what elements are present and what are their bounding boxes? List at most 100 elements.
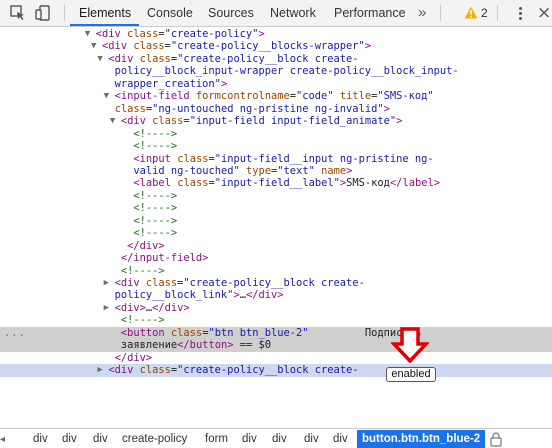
collapse-triangle-icon[interactable]: ▼	[91, 40, 96, 52]
markup-token: type	[246, 164, 272, 177]
markup-token: "create-policy__block create-	[177, 364, 359, 377]
breadcrumb-item[interactable]: div	[333, 430, 348, 448]
breadcrumb-item[interactable]: div	[242, 430, 257, 448]
more-options-icon[interactable]	[519, 7, 523, 21]
markup-token: name	[321, 164, 347, 177]
dom-node-line[interactable]: ▼ <div class="create-policy__block create…	[0, 53, 552, 65]
more-tabs-button[interactable]: »	[418, 0, 426, 27]
dom-node-line[interactable]: <!---->	[0, 265, 552, 277]
markup-token: <input	[133, 152, 178, 165]
markup-token: </div>	[114, 351, 153, 364]
tab-sources[interactable]: Sources	[208, 0, 254, 27]
collapse-triangle-icon[interactable]: ▼	[97, 53, 102, 65]
dom-node-line[interactable]: <!---->	[0, 140, 552, 152]
markup-token: <div>	[114, 301, 146, 314]
markup-token: >	[364, 40, 372, 53]
device-toolbar-icon[interactable]	[34, 4, 52, 22]
lock-icon	[490, 432, 502, 447]
dom-node-line[interactable]: </input-field>	[0, 252, 552, 264]
expand-triangle-icon[interactable]: ▶	[97, 364, 102, 376]
markup-token: class	[127, 28, 159, 40]
dom-node-line[interactable]: ▶ <div>…</div>	[0, 302, 552, 314]
dom-node-line[interactable]: <!---->	[0, 215, 552, 227]
tab-console[interactable]: Console	[147, 0, 193, 27]
node-markup: <div class="create-policy__blocks-wrappe…	[102, 40, 371, 52]
breadcrumb-item[interactable]: div	[272, 430, 287, 448]
breadcrumb-item[interactable]: div	[33, 430, 48, 448]
markup-token: class	[133, 40, 165, 53]
dom-node-line[interactable]: ▼ <div class="create-policy">	[0, 28, 552, 40]
tab-performance[interactable]: Performance	[334, 0, 406, 27]
expand-triangle-icon[interactable]: ▶	[104, 302, 109, 314]
dom-node-line[interactable]: policy__block_input-wrapper create-polic…	[0, 65, 552, 77]
dom-node-line[interactable]: ▶ <div class="create-policy__block create…	[0, 364, 552, 377]
selected-node-line[interactable]: <button class="btn btn_blue-2" Подписать…	[0, 326, 552, 340]
warning-count[interactable]: 2	[481, 0, 488, 27]
markup-token: "ng-untouched ng-pristine ng-invalid"	[152, 102, 384, 115]
breadcrumb-scroll-left-icon[interactable]: ◂	[0, 434, 5, 445]
markup-token: policy__block_input-wrapper create-polic…	[114, 65, 459, 78]
dom-node-line[interactable]: <!---->	[0, 190, 552, 202]
markup-token: <div	[108, 364, 140, 377]
collapse-triangle-icon[interactable]: ▼	[104, 90, 109, 102]
inspect-element-icon[interactable]	[9, 4, 27, 22]
markup-token: <button	[120, 326, 171, 339]
dom-node-line[interactable]: <input class="input-field__input ng-pris…	[0, 153, 552, 165]
collapse-triangle-icon[interactable]: ▼	[110, 115, 115, 127]
markup-token: <!---->	[120, 264, 165, 277]
dom-node-line[interactable]: <label class="input-field__label">SMS-ко…	[0, 177, 552, 189]
markup-token: "create-policy"	[164, 28, 259, 40]
tab-network[interactable]: Network	[270, 0, 316, 27]
markup-token: <label	[133, 177, 178, 190]
dom-node-line[interactable]: ▼ <div class="input-field input-field_ani…	[0, 115, 552, 127]
markup-token: <div	[95, 28, 128, 40]
node-markup: заявление</button> == $0	[121, 339, 271, 351]
breadcrumb-item[interactable]: create-policy	[122, 430, 187, 448]
markup-token: <!---->	[133, 127, 178, 140]
markup-token: заявление	[120, 339, 178, 352]
node-actions-icon[interactable]: ...	[4, 327, 26, 339]
markup-token: "input-field__input ng-pristine ng-	[214, 152, 434, 165]
warning-icon[interactable]	[464, 6, 478, 19]
dom-node-line[interactable]: <!---->	[0, 128, 552, 140]
node-markup: <div class="create-policy">	[96, 28, 265, 40]
tab-elements[interactable]: Elements	[79, 0, 131, 27]
close-icon[interactable]: ×	[537, 1, 551, 25]
dom-node-line[interactable]: class="ng-untouched ng-pristine ng-inval…	[0, 103, 552, 115]
selected-node-line[interactable]: заявление</button> == $0	[0, 339, 552, 352]
dom-node-line[interactable]: <!---->	[0, 202, 552, 214]
collapse-triangle-icon[interactable]: ▼	[85, 28, 90, 40]
breadcrumb-item[interactable]: div	[93, 430, 108, 448]
elements-tree[interactable]: ▼ <div class="create-policy"> ▼ <div class=…	[0, 27, 552, 428]
markup-token: class	[177, 152, 209, 165]
breadcrumb-item[interactable]: div	[62, 430, 77, 448]
node-markup: <!---->	[133, 140, 177, 152]
dom-node-line[interactable]: <!---->	[0, 227, 552, 239]
markup-token: </div>	[127, 239, 165, 252]
dom-node-line[interactable]: wrapper_creation">	[0, 78, 552, 90]
toolbar-separator	[64, 5, 65, 21]
breadcrumb-item[interactable]: form	[205, 430, 228, 448]
enabled-badge: enabled	[386, 367, 436, 382]
markup-token: "input-field input-field_animate"	[189, 115, 397, 128]
dom-node-line[interactable]: valid ng-touched" type="text" name>	[0, 165, 552, 177]
dom-node-line[interactable]: <!---->	[0, 314, 552, 326]
dom-node-line[interactable]: </div>	[0, 352, 552, 364]
node-markup: </div>	[127, 240, 165, 252]
breadcrumb-item[interactable]: div	[304, 430, 319, 448]
markup-token: </button>	[177, 339, 234, 352]
markup-token	[315, 327, 365, 339]
dom-node-line[interactable]: ▼ <div class="create-policy__blocks-wrapp…	[0, 40, 552, 52]
node-markup: <!---->	[121, 314, 165, 326]
markup-token: "create-policy__block create-	[177, 52, 359, 65]
dom-node-line[interactable]: policy__block_link">…</div>	[0, 289, 552, 301]
markup-token: <div	[108, 52, 140, 65]
dom-node-line[interactable]: ▶ <div class="create-policy__block create…	[0, 277, 552, 289]
breadcrumb-item-selected[interactable]: button.btn.btn_blue-2	[357, 430, 486, 448]
markup-token: >	[258, 28, 265, 40]
expand-triangle-icon[interactable]: ▶	[104, 277, 109, 289]
markup-token: >	[346, 164, 353, 177]
markup-token: class	[114, 102, 146, 115]
dom-node-line[interactable]: ▼ <input-field formcontrolname="code" tit…	[0, 90, 552, 102]
dom-node-line[interactable]: </div>	[0, 240, 552, 252]
